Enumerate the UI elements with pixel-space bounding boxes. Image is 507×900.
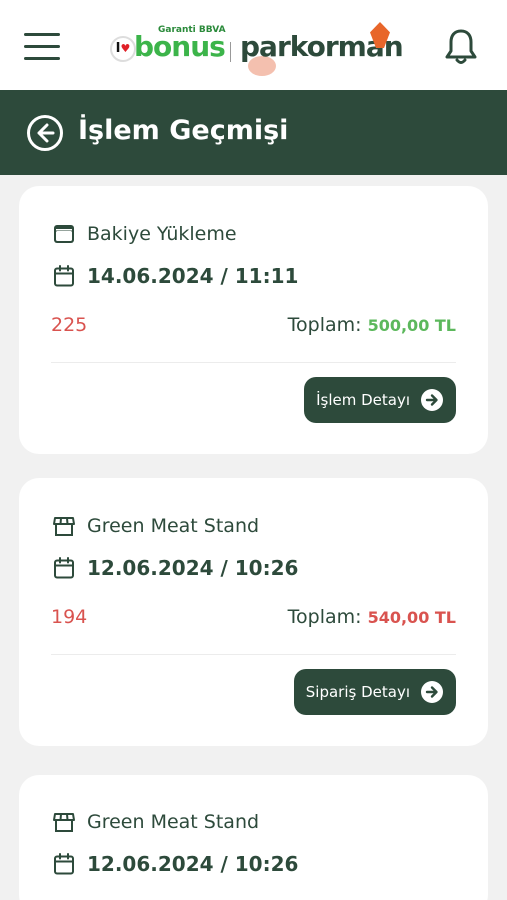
transaction-datetime: 14.06.2024 / 11:11 xyxy=(87,264,299,288)
transaction-card: Bakiye Yükleme 14.06.2024 / 11:11 225 To… xyxy=(19,186,488,454)
transaction-code: 225 xyxy=(51,314,88,336)
transaction-card: Green Meat Stand 12.06.2024 / 10:26 xyxy=(19,775,488,900)
order-detail-button[interactable]: Sipariş Detayı xyxy=(293,669,456,715)
transaction-card: Green Meat Stand 12.06.2024 / 10:26 194 … xyxy=(19,478,488,746)
calendar-icon xyxy=(54,557,74,579)
transaction-date-row: 12.06.2024 / 10:26 xyxy=(52,852,298,876)
card-divider xyxy=(51,362,456,363)
transaction-title-row: Green Meat Stand xyxy=(52,810,259,834)
page-title: İşlem Geçmişi xyxy=(78,115,289,146)
order-detail-label: Sipariş Detayı xyxy=(305,683,410,701)
total-value: 540,00 TL xyxy=(367,608,456,627)
total-label: Toplam: xyxy=(287,606,362,628)
arrow-right-circle-icon xyxy=(421,681,443,703)
notification-bell-icon[interactable] xyxy=(444,28,478,66)
app-logo: Garanti BBVA I♥ bonus parkorman xyxy=(108,18,404,76)
card-divider xyxy=(51,654,456,655)
transaction-total: Toplam: 540,00 TL xyxy=(288,606,456,628)
transaction-total: Toplam: 500,00 TL xyxy=(288,314,456,336)
transaction-name: Bakiye Yükleme xyxy=(87,223,237,245)
transaction-code: 194 xyxy=(51,606,88,628)
back-arrow-icon[interactable] xyxy=(26,114,64,152)
wallet-icon xyxy=(54,225,74,243)
total-value: 500,00 TL xyxy=(367,316,456,335)
store-icon xyxy=(53,813,75,832)
top-bar: Garanti BBVA I♥ bonus parkorman xyxy=(0,0,507,90)
transaction-date-row: 12.06.2024 / 10:26 xyxy=(52,556,298,580)
transaction-datetime: 12.06.2024 / 10:26 xyxy=(87,852,299,876)
transaction-title-row: Bakiye Yükleme xyxy=(52,222,237,246)
transaction-name: Green Meat Stand xyxy=(87,811,260,833)
page-header: İşlem Geçmişi xyxy=(0,90,507,175)
calendar-icon xyxy=(54,853,74,875)
transaction-title-row: Green Meat Stand xyxy=(52,514,259,538)
transaction-detail-label: İşlem Detayı xyxy=(316,391,410,409)
transaction-datetime: 12.06.2024 / 10:26 xyxy=(87,556,299,580)
transaction-detail-button[interactable]: İşlem Detayı xyxy=(304,377,456,423)
store-icon xyxy=(53,517,75,536)
hamburger-menu-icon[interactable] xyxy=(24,31,60,61)
arrow-right-circle-icon xyxy=(421,389,443,411)
logo-bonus-text: bonus xyxy=(134,30,226,63)
calendar-icon xyxy=(54,265,74,287)
logo-separator xyxy=(230,42,231,62)
logo-i-love-badge: I♥ xyxy=(110,36,136,62)
total-label: Toplam: xyxy=(287,314,362,336)
transaction-name: Green Meat Stand xyxy=(87,515,260,537)
transaction-date-row: 14.06.2024 / 11:11 xyxy=(52,264,298,288)
